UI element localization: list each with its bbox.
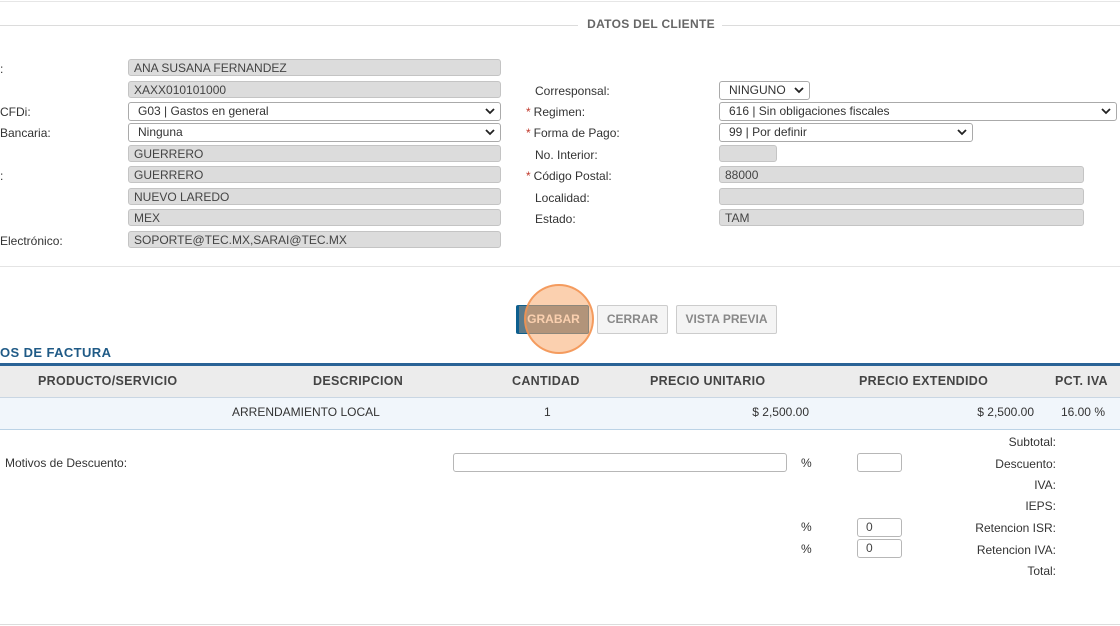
isr-pct-symbol: % [801, 520, 812, 534]
label-colonia: : [0, 169, 4, 183]
col-precio-unitario: PRECIO UNITARIO [650, 374, 766, 388]
retencion-iva-pct-input[interactable]: 0 [857, 539, 902, 558]
required-asterisk: * [526, 126, 531, 140]
chevron-down-icon [957, 129, 967, 136]
cell-precio-extendido: $ 2,500.00 [977, 405, 1034, 419]
legend-line-right [722, 25, 1120, 26]
label-total: Total: [1027, 564, 1056, 578]
cell-pct-iva: 16.00 % [1060, 405, 1105, 419]
grabar-button[interactable]: GRABAR [516, 305, 589, 334]
section-divider [0, 266, 1120, 267]
chevron-down-icon [485, 129, 495, 136]
iva-ret-pct-symbol: % [801, 542, 812, 556]
cell-descripcion: ARRENDAMIENTO LOCAL [232, 405, 380, 419]
legend-line-left [0, 25, 578, 26]
top-divider [0, 1, 1120, 2]
label-codigo-postal: * Código Postal: [526, 169, 612, 183]
col-producto-servicio: PRODUCTO/SERVICIO [38, 374, 178, 388]
cuenta-bancaria-select[interactable]: Ninguna [128, 123, 501, 142]
forma-pago-value: 99 | Por definir [729, 125, 807, 139]
regimen-value: 616 | Sin obligaciones fiscales [729, 104, 890, 118]
codigo-postal-field: 88000 [719, 166, 1084, 183]
cell-cantidad: 1 [544, 405, 551, 419]
label-correo-electronico: Electrónico: [0, 234, 63, 248]
rfc-field: XAXX010101000 [128, 81, 501, 98]
bottom-divider [0, 624, 1120, 625]
label-retencion-isr: Retencion ISR: [975, 521, 1056, 535]
chevron-down-icon [1101, 108, 1111, 115]
nombre-field: ANA SUSANA FERNANDEZ [128, 59, 501, 76]
corresponsal-select[interactable]: NINGUNO [719, 81, 810, 100]
label-ieps: IEPS: [1025, 499, 1056, 513]
municipio-field: NUEVO LAREDO [128, 188, 501, 205]
descuento-pct-input[interactable] [857, 453, 902, 472]
label-descuento: Descuento: [995, 457, 1056, 471]
label-iva: IVA: [1034, 478, 1056, 492]
pais-field: MEX [128, 209, 501, 226]
calle-field: GUERRERO [128, 145, 501, 162]
col-descripcion: DESCRIPCION [313, 374, 404, 388]
label-forma-pago: * Forma de Pago: [526, 126, 620, 140]
label-regimen: * Regimen: [526, 105, 586, 119]
estado-field: TAM [719, 209, 1084, 226]
descuento-pct-symbol: % [801, 456, 812, 470]
required-asterisk: * [526, 105, 531, 119]
motivos-descuento-input[interactable] [453, 453, 787, 472]
cell-precio-unitario: $ 2,500.00 [752, 405, 809, 419]
vista-previa-button[interactable]: VISTA PREVIA [676, 305, 777, 334]
localidad-field [719, 188, 1084, 205]
label-estado: Estado: [535, 212, 576, 226]
label-no-interior: No. Interior: [535, 148, 598, 162]
col-pct-iva: PCT. IVA [1055, 374, 1108, 388]
corresponsal-value: NINGUNO [729, 83, 786, 97]
cuenta-bancaria-value: Ninguna [138, 125, 183, 139]
no-interior-field [719, 145, 777, 162]
forma-pago-select[interactable]: 99 | Por definir [719, 123, 973, 142]
correo-field: SOPORTE@TEC.MX,SARAI@TEC.MX [128, 231, 501, 248]
label-uso-cfdi: CFDi: [0, 105, 31, 119]
label-localidad: Localidad: [535, 191, 590, 205]
col-cantidad: CANTIDAD [512, 374, 580, 388]
col-precio-extendido: PRECIO EXTENDIDO [859, 374, 989, 388]
label-corresponsal: Corresponsal: [535, 84, 610, 98]
chevron-down-icon [794, 87, 804, 94]
label-motivos-descuento: Motivos de Descuento: [5, 456, 128, 470]
label-nombre: : [0, 62, 4, 76]
label-cuenta-bancaria: Bancaria: [0, 126, 51, 140]
uso-cfdi-select[interactable]: G03 | Gastos en general [128, 102, 501, 121]
section-title-factura: OS DE FACTURA [0, 345, 112, 360]
colonia-field: GUERRERO [128, 166, 501, 183]
required-asterisk: * [526, 169, 531, 183]
regimen-select[interactable]: 616 | Sin obligaciones fiscales [719, 102, 1117, 121]
cerrar-button[interactable]: CERRAR [597, 305, 668, 334]
retencion-isr-pct-input[interactable]: 0 [857, 518, 902, 537]
label-subtotal: Subtotal: [1008, 435, 1056, 449]
label-retencion-iva: Retencion IVA: [976, 543, 1056, 557]
section-title-datos-cliente: DATOS DEL CLIENTE [587, 17, 715, 31]
uso-cfdi-value: G03 | Gastos en general [138, 104, 269, 118]
chevron-down-icon [485, 108, 495, 115]
